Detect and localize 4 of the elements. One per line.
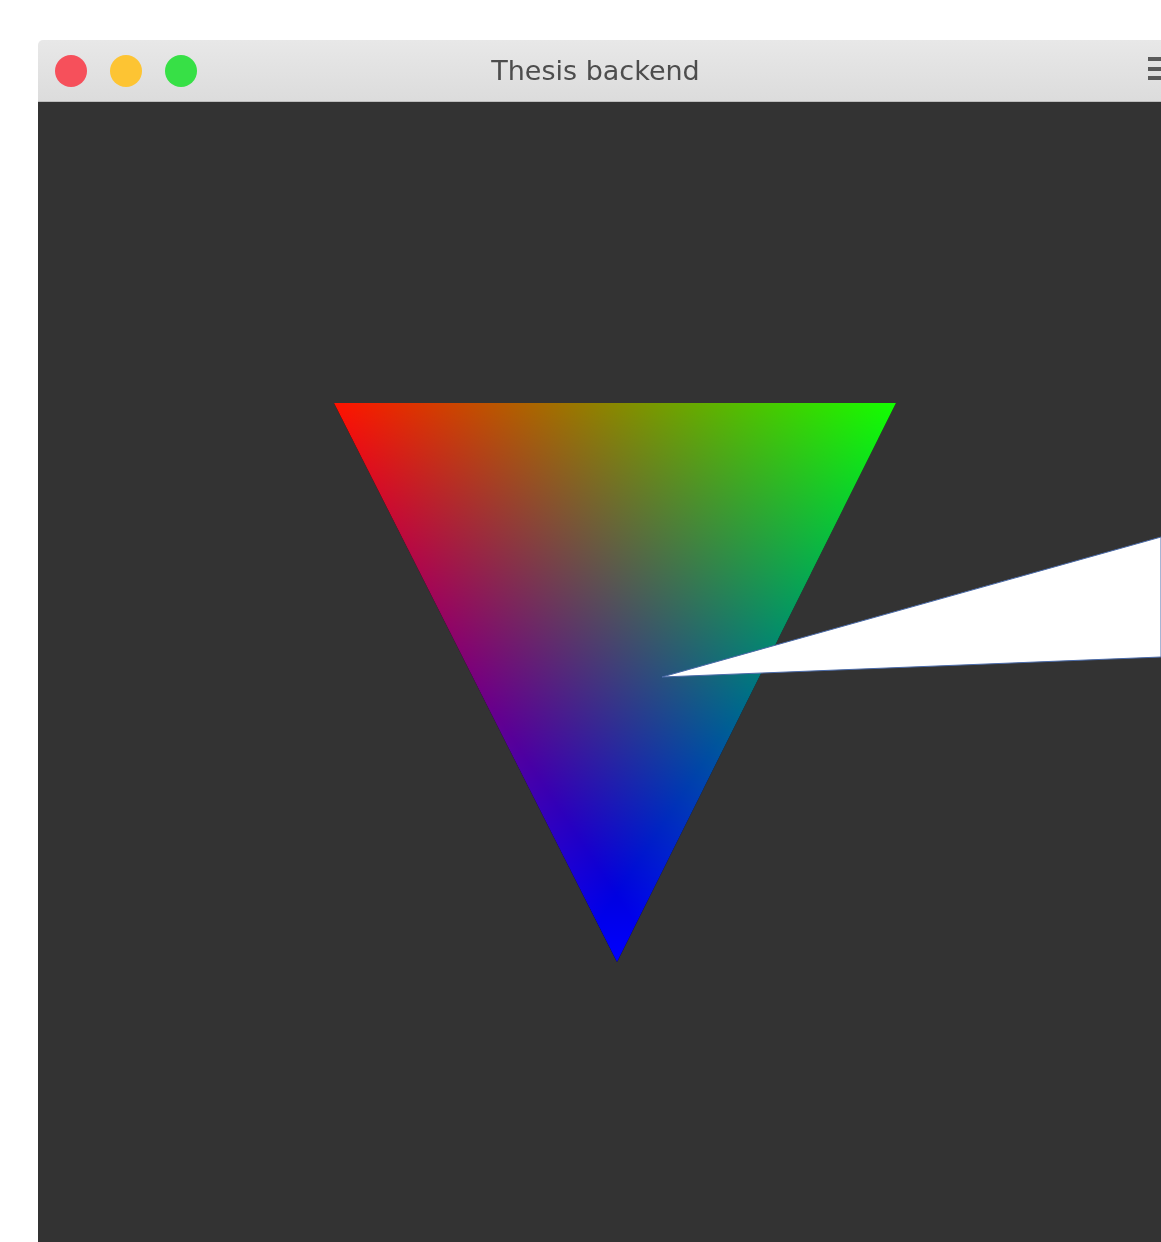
window-title: Thesis backend — [491, 55, 700, 86]
menu-icon[interactable] — [1148, 57, 1161, 80]
close-button[interactable] — [55, 54, 87, 87]
maximize-button[interactable] — [165, 54, 197, 87]
